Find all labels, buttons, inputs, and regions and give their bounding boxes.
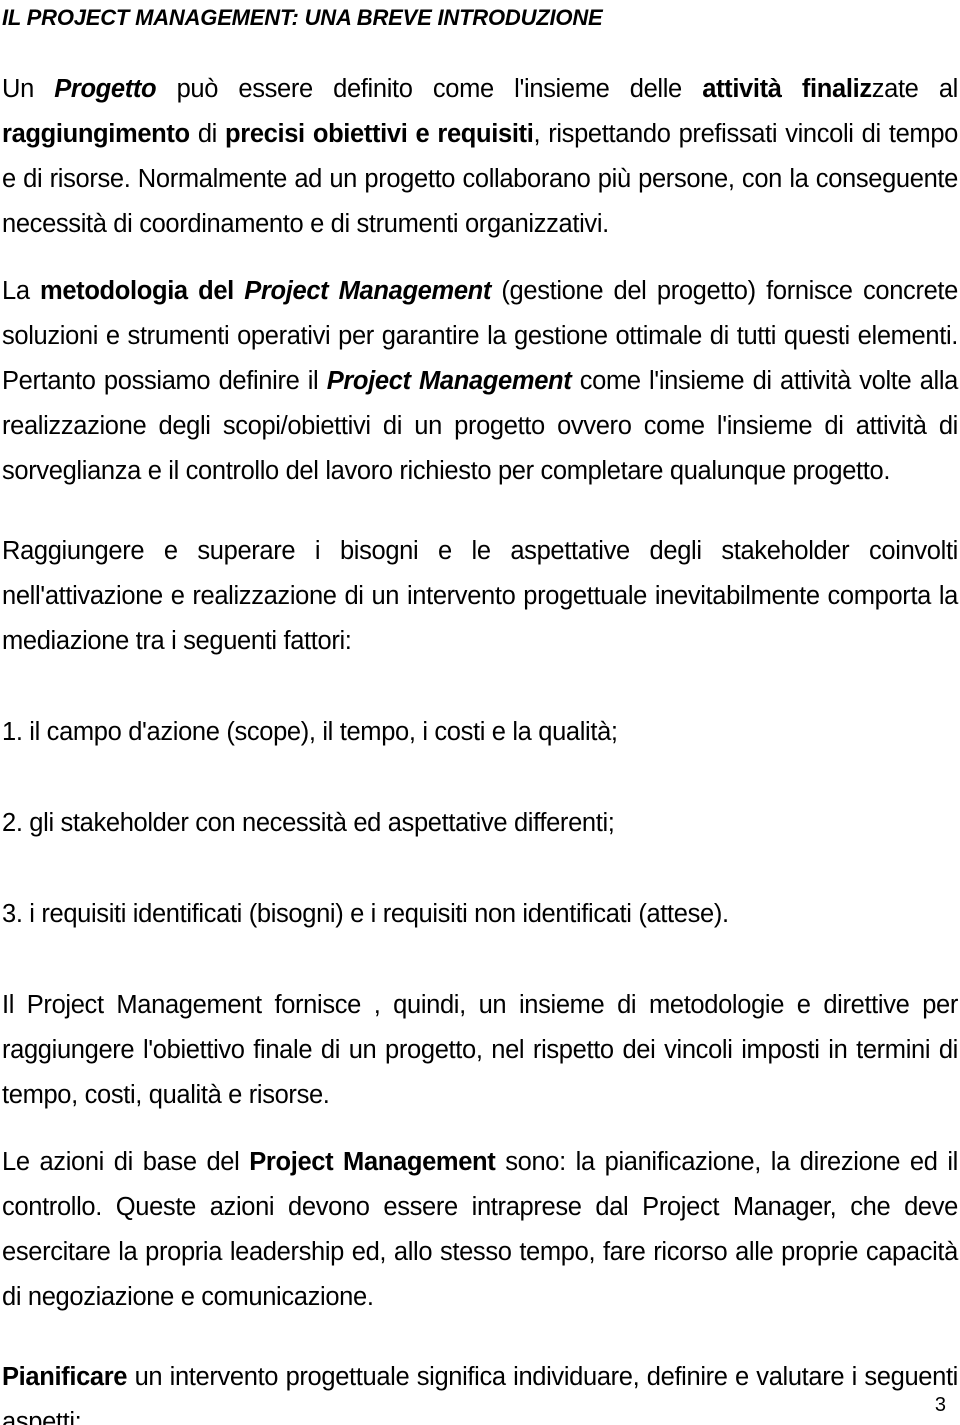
document-page: IL PROJECT MANAGEMENT: UNA BREVE INTRODU… [0, 0, 960, 1425]
page-number: 3 [934, 1394, 946, 1416]
paragraph-azioni-base: Le azioni di base del Project Management… [2, 1140, 958, 1320]
list-item: 1. il campo d'azione (scope), il tempo, … [2, 710, 958, 755]
page-title: IL PROJECT MANAGEMENT: UNA BREVE INTRODU… [2, 5, 603, 30]
text-run: zate al [871, 75, 959, 103]
text-run: Un [2, 75, 55, 103]
emphasis-precisi-obiettivi: precisi obiettivi e requisiti [225, 120, 534, 148]
list-item: 2. gli stakeholder con necessità ed aspe… [2, 801, 958, 846]
list-item-text: 1. il campo d'azione (scope), il tempo, … [2, 718, 618, 746]
paragraph-definition: Un Progetto può essere definito come l'i… [2, 67, 958, 247]
paragraph-metodologia: La metodologia del Project Management (g… [2, 269, 958, 494]
emphasis-metodologia-del: metodologia del [40, 277, 245, 305]
text-run: La [2, 277, 41, 305]
list-item: 3. i requisiti identificati (bisogni) e … [2, 892, 958, 937]
text-run: di [189, 120, 226, 148]
list-item-text: 2. gli stakeholder con necessità ed aspe… [2, 809, 615, 837]
list-item-text: 3. i requisiti identificati (bisogni) e … [2, 900, 729, 928]
emphasis-attivita-finaliz: attività finaliz [702, 75, 872, 103]
emphasis-raggiungimento: raggiungimento [2, 120, 190, 148]
emphasis-progetto: Progetto [54, 75, 157, 103]
text-run: Il Project Management fornisce , quindi,… [2, 991, 958, 1109]
paragraph-fornisce: Il Project Management fornisce , quindi,… [2, 983, 958, 1118]
paragraph-stakeholder: Raggiungere e superare i bisogni e le as… [2, 529, 958, 664]
paragraph-pianificare: Pianificare un intervento progettuale si… [2, 1355, 958, 1425]
emphasis-project-management-1: Project Management [244, 277, 492, 305]
emphasis-project-management-3: Project Management [249, 1148, 496, 1176]
text-run: Raggiungere e superare i bisogni e le as… [2, 537, 958, 655]
text-run: Le azioni di base del [2, 1148, 250, 1176]
document-content: IL PROJECT MANAGEMENT: UNA BREVE INTRODU… [2, 0, 958, 1425]
emphasis-pianificare: Pianificare [2, 1363, 128, 1391]
text-run: può essere definito come l'insieme delle [156, 75, 703, 103]
text-run: un intervento progettuale significa indi… [2, 1363, 958, 1425]
emphasis-project-management-2: Project Management [326, 367, 572, 395]
